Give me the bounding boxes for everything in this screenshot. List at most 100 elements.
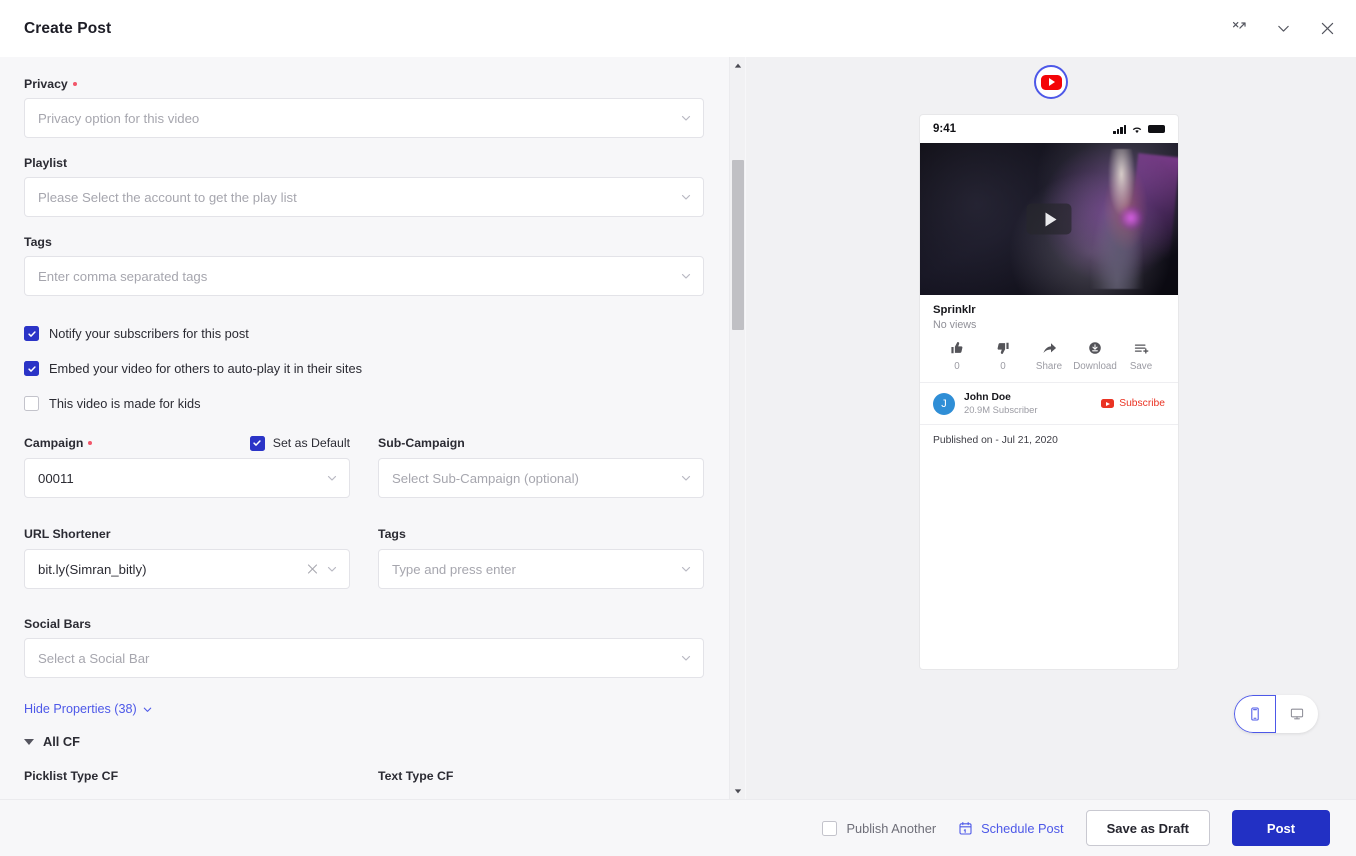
field-text-type-cf: Text Type CF xyxy=(378,769,704,790)
scroll-up-arrow[interactable] xyxy=(730,57,746,74)
status-bar: 9:41 xyxy=(920,115,1178,143)
download-button[interactable]: Download xyxy=(1073,340,1117,372)
post-button[interactable]: Post xyxy=(1232,810,1330,846)
collapse-icon[interactable] xyxy=(1228,18,1250,40)
post-properties-form: Privacy Privacy option for this video Pl… xyxy=(0,57,728,799)
save-as-draft-button[interactable]: Save as Draft xyxy=(1085,810,1210,846)
url-shortener-label: URL Shortener xyxy=(24,527,111,541)
share-icon xyxy=(1042,340,1057,356)
chevron-down-icon xyxy=(327,566,337,572)
schedule-post-button[interactable]: Schedule Post xyxy=(958,821,1064,836)
hide-properties-toggle[interactable]: Hide Properties (38) xyxy=(24,702,153,716)
schedule-post-label: Schedule Post xyxy=(981,820,1064,836)
subscribe-button[interactable]: Subscribe xyxy=(1101,398,1165,409)
play-icon[interactable] xyxy=(1026,203,1072,235)
privacy-select[interactable]: Privacy option for this video xyxy=(24,98,704,138)
social-bars-label-text: Social Bars xyxy=(24,617,91,631)
text-type-cf-label-text: Text Type CF xyxy=(378,769,454,783)
like-count: 0 xyxy=(954,361,960,372)
dialog-header: Create Post xyxy=(0,0,1356,57)
social-bars-label: Social Bars xyxy=(24,617,704,631)
social-bars-select[interactable]: Select a Social Bar xyxy=(24,638,704,678)
checkbox-box[interactable] xyxy=(24,361,39,376)
channel-info: John Doe 20.9M Subscriber xyxy=(964,392,1037,415)
dislike-button[interactable]: 0 xyxy=(982,340,1024,372)
video-thumbnail[interactable] xyxy=(920,143,1178,295)
tags-top-label: Tags xyxy=(24,235,704,249)
tags-bottom-label: Tags xyxy=(378,527,406,541)
social-bars-placeholder: Select a Social Bar xyxy=(38,650,150,666)
mobile-view-button[interactable] xyxy=(1234,695,1276,733)
channel-name: John Doe xyxy=(964,392,1011,403)
campaign-select[interactable]: 00011 xyxy=(24,458,350,498)
playlist-select[interactable]: Please Select the account to get the pla… xyxy=(24,177,704,217)
close-icon[interactable] xyxy=(1316,18,1338,40)
tags-bottom-input[interactable]: Type and press enter xyxy=(378,549,704,589)
header-actions xyxy=(1228,18,1338,40)
create-post-dialog: Create Post Privacy Privacy option for t… xyxy=(0,0,1356,856)
set-as-default-label: Set as Default xyxy=(272,436,350,450)
dialog-footer: Publish Another Schedule Post Save as Dr… xyxy=(0,799,1356,856)
publish-another-label: Publish Another xyxy=(846,820,937,836)
tags-top-input[interactable]: Enter comma separated tags xyxy=(24,256,704,296)
chevron-down-icon xyxy=(681,115,691,121)
video-title: Sprinklr xyxy=(933,304,976,316)
scrollbar-thumb[interactable] xyxy=(732,160,744,330)
checkbox-notify-subscribers[interactable]: Notify your subscribers for this post xyxy=(24,326,704,341)
field-sub-campaign: Sub-Campaign Select Sub-Campaign (option… xyxy=(378,435,704,498)
save-to-playlist-icon xyxy=(1134,340,1149,356)
campaign-value: 00011 xyxy=(38,470,74,486)
youtube-icon xyxy=(1034,65,1068,99)
tags-top-placeholder: Enter comma separated tags xyxy=(38,268,208,284)
checkbox-box[interactable] xyxy=(822,820,838,836)
thumbs-down-icon xyxy=(996,340,1010,356)
privacy-placeholder: Privacy option for this video xyxy=(38,110,200,126)
field-social-bars: Social Bars Select a Social Bar xyxy=(24,617,704,678)
clear-icon[interactable] xyxy=(307,564,318,575)
checkbox-box[interactable] xyxy=(249,435,265,451)
checkbox-publish-another[interactable]: Publish Another xyxy=(822,820,937,836)
mobile-icon xyxy=(1251,707,1259,721)
form-scrollbar[interactable] xyxy=(729,57,745,799)
row-campaign: Campaign Set as Default 00011 Sub-Campai… xyxy=(24,435,704,498)
checkbox-box[interactable] xyxy=(24,396,39,411)
calendar-icon xyxy=(959,821,972,835)
subscribe-label: Subscribe xyxy=(1119,398,1165,409)
chevron-down-icon[interactable] xyxy=(1272,18,1294,40)
like-button[interactable]: 0 xyxy=(936,340,978,372)
share-button[interactable]: Share xyxy=(1028,340,1070,372)
chevron-down-icon xyxy=(681,655,691,661)
playlist-label-text: Playlist xyxy=(24,156,68,170)
privacy-label-text: Privacy xyxy=(24,77,68,91)
download-label: Download xyxy=(1073,361,1117,372)
status-bar-time: 9:41 xyxy=(933,123,957,135)
save-button[interactable]: Save xyxy=(1120,340,1162,372)
checkbox-box[interactable] xyxy=(24,326,39,341)
row-url-shortener: URL Shortener bit.ly(Simran_bitly) Tags xyxy=(24,526,704,589)
campaign-label-text: Campaign xyxy=(24,436,84,450)
field-picklist-type-cf: Picklist Type CF xyxy=(24,769,350,790)
row-cf-fields: Picklist Type CF Text Type CF xyxy=(24,769,704,790)
desktop-view-button[interactable] xyxy=(1276,695,1318,733)
artwork-glow xyxy=(1118,205,1144,231)
field-campaign: Campaign Set as Default 00011 xyxy=(24,435,350,498)
sub-campaign-placeholder: Select Sub-Campaign (optional) xyxy=(392,470,579,486)
tags-bottom-label-text: Tags xyxy=(378,527,406,541)
share-label: Share xyxy=(1035,361,1063,372)
save-label: Save xyxy=(1129,361,1153,372)
hide-properties-label: Hide Properties (38) xyxy=(24,702,137,716)
scroll-down-arrow[interactable] xyxy=(730,782,746,799)
download-icon xyxy=(1088,340,1102,356)
section-title: All CF xyxy=(43,734,80,749)
checkbox-label: Embed your video for others to auto-play… xyxy=(49,361,362,376)
checkbox-made-for-kids[interactable]: This video is made for kids xyxy=(24,396,704,411)
section-all-cf[interactable]: All CF xyxy=(24,734,704,749)
checkbox-set-as-default[interactable]: Set as Default xyxy=(249,435,350,451)
text-type-cf-label: Text Type CF xyxy=(378,769,704,783)
sub-campaign-select[interactable]: Select Sub-Campaign (optional) xyxy=(378,458,704,498)
published-date: Published on - Jul 21, 2020 xyxy=(933,435,1058,446)
desktop-icon xyxy=(1290,708,1304,720)
url-shortener-select[interactable]: bit.ly(Simran_bitly) xyxy=(24,549,350,589)
checkbox-embed-video[interactable]: Embed your video for others to auto-play… xyxy=(24,361,704,376)
tags-bottom-placeholder: Type and press enter xyxy=(392,561,516,577)
